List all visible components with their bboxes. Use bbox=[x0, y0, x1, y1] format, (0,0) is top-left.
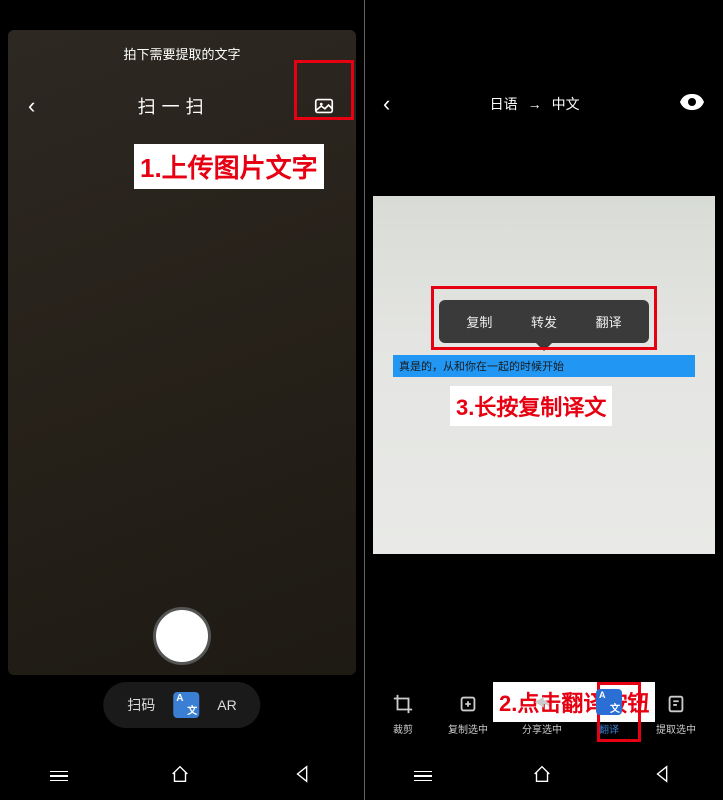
action-extract-selected[interactable]: 提取选中 bbox=[656, 693, 696, 736]
phone-scan-screen: 拍下需要提取的文字 ‹ 扫一扫 1.上传图片文字 扫码 AR bbox=[0, 0, 365, 800]
back-button[interactable]: ‹ bbox=[28, 93, 35, 119]
nav-home[interactable] bbox=[531, 763, 553, 790]
ctx-forward[interactable]: 转发 bbox=[531, 312, 557, 331]
action-crop[interactable]: 裁剪 bbox=[392, 693, 414, 736]
camera-viewfinder bbox=[8, 30, 356, 675]
translate-topbar: ‹ 日语 → 中文 bbox=[365, 84, 723, 124]
translate-mode-icon[interactable] bbox=[173, 692, 199, 718]
action-copy-label: 复制选中 bbox=[448, 721, 488, 736]
nav-recent[interactable] bbox=[414, 771, 432, 782]
selected-text-highlight[interactable]: 真是的，从和你在一起的时候开始 bbox=[393, 355, 695, 377]
ctx-translate[interactable]: 翻译 bbox=[596, 312, 622, 331]
eye-icon bbox=[679, 93, 705, 111]
action-extract-label: 提取选中 bbox=[656, 721, 696, 736]
selected-text: 真是的，从和你在一起的时候开始 bbox=[399, 358, 564, 374]
scan-hint: 拍下需要提取的文字 bbox=[0, 44, 364, 63]
phone-translate-screen: ‹ 日语 → 中文 真是的，从和你在一起的时候开始 复制 转发 翻译 3.长按复… bbox=[365, 0, 723, 800]
nav-home[interactable] bbox=[169, 763, 191, 790]
text-context-menu: 复制 转发 翻译 bbox=[439, 300, 649, 343]
scan-topbar: ‹ 扫一扫 bbox=[0, 86, 364, 126]
gallery-button[interactable] bbox=[312, 94, 336, 118]
bottom-action-bar: 裁剪 复制选中 分享选中 翻译 提取选中 bbox=[365, 689, 723, 736]
nav-back[interactable] bbox=[652, 763, 674, 790]
copy-plus-icon bbox=[457, 693, 479, 715]
mode-scan[interactable]: 扫码 bbox=[127, 695, 155, 715]
action-share-selected[interactable]: 分享选中 bbox=[522, 693, 562, 736]
crop-icon bbox=[392, 693, 414, 715]
action-share-label: 分享选中 bbox=[522, 721, 562, 736]
action-translate-label: 翻译 bbox=[599, 721, 619, 736]
annotation-1: 1.上传图片文字 bbox=[134, 144, 324, 189]
lang-to: 中文 bbox=[552, 94, 580, 114]
back-button[interactable]: ‹ bbox=[383, 91, 390, 117]
android-navbar bbox=[0, 752, 364, 800]
android-navbar bbox=[365, 752, 723, 800]
extract-icon bbox=[665, 693, 687, 715]
action-translate[interactable]: 翻译 bbox=[596, 689, 622, 736]
nav-back[interactable] bbox=[292, 763, 314, 790]
mode-ar[interactable]: AR bbox=[217, 697, 236, 713]
share-icon bbox=[531, 693, 553, 715]
language-selector[interactable]: 日语 → 中文 bbox=[490, 94, 580, 114]
image-icon bbox=[313, 95, 335, 117]
annotation-3: 3.长按复制译文 bbox=[450, 386, 612, 426]
action-copy-selected[interactable]: 复制选中 bbox=[448, 693, 488, 736]
translate-icon bbox=[596, 689, 622, 715]
visibility-toggle[interactable] bbox=[679, 93, 705, 116]
arrow-right-icon: → bbox=[528, 96, 542, 112]
nav-recent[interactable] bbox=[50, 771, 68, 782]
ctx-copy[interactable]: 复制 bbox=[466, 312, 492, 331]
action-crop-label: 裁剪 bbox=[393, 721, 413, 736]
mode-selector: 扫码 AR bbox=[103, 682, 260, 728]
lang-from: 日语 bbox=[490, 94, 518, 114]
scan-title: 扫一扫 bbox=[138, 93, 210, 119]
shutter-button[interactable] bbox=[153, 607, 211, 665]
